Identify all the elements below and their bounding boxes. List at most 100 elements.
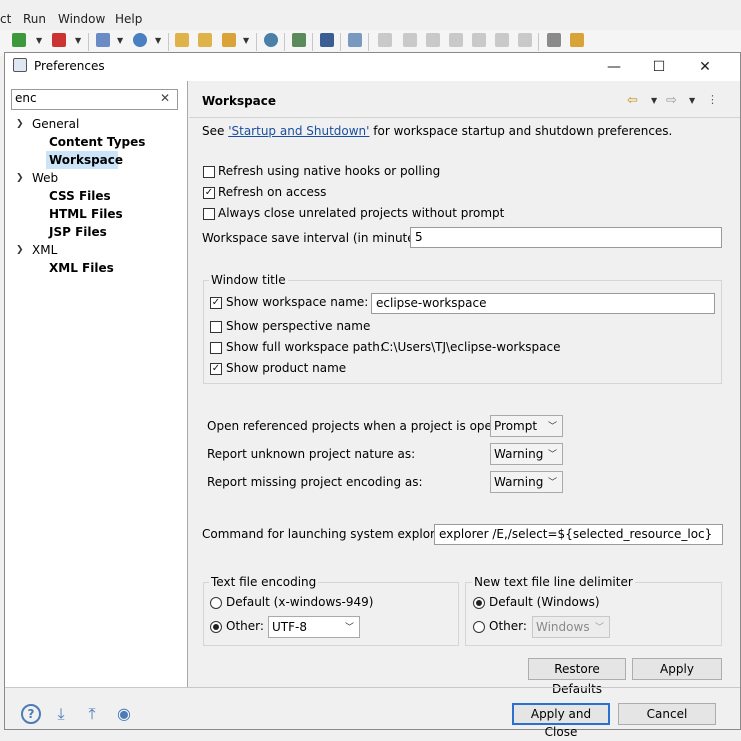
chevron-down-icon[interactable]: ▼	[689, 96, 695, 105]
encoding-other-radio[interactable]	[210, 621, 222, 633]
startup-shutdown-link[interactable]: 'Startup and Shutdown'	[228, 124, 369, 138]
tree-item-workspace[interactable]: Workspace	[49, 153, 123, 167]
refresh-native-hooks-label: Refresh using native hooks or polling	[218, 164, 441, 178]
open-referenced-projects-label: Open referenced projects when a project …	[207, 419, 519, 433]
show-full-path-checkbox[interactable]	[210, 342, 222, 354]
workspace-name-input[interactable]: eclipse-workspace	[371, 293, 715, 314]
minimize-button[interactable]: —	[603, 57, 625, 77]
use-step-filters-icon[interactable]	[547, 33, 561, 47]
toolbar-separator	[312, 33, 313, 51]
chevron-down-icon[interactable]: ❯	[16, 173, 24, 183]
console-icon[interactable]	[320, 33, 334, 47]
open-type-icon[interactable]	[198, 33, 212, 47]
refresh-native-hooks-checkbox[interactable]	[203, 166, 215, 178]
show-workspace-name-label: Show workspace name:	[226, 295, 369, 309]
save-interval-input[interactable]: 5	[410, 227, 722, 248]
step-return-icon[interactable]	[518, 33, 532, 47]
toolbar-separator	[368, 33, 369, 51]
import-icon[interactable]: ⤓	[51, 704, 71, 724]
combo-value: Prompt	[494, 419, 538, 433]
tree-item-web[interactable]: Web	[32, 171, 58, 185]
encoding-other-combo[interactable]: UTF-8 ﹀	[268, 616, 360, 638]
debug-icon[interactable]	[12, 33, 26, 47]
cancel-button[interactable]: Cancel	[618, 703, 716, 725]
show-perspective-name-checkbox[interactable]	[210, 321, 222, 333]
missing-encoding-combo[interactable]: Warning ﹀	[490, 471, 563, 493]
clear-icon[interactable]: ✕	[160, 91, 170, 105]
maximize-button[interactable]: ☐	[648, 57, 670, 77]
menu-run[interactable]: Run	[23, 12, 46, 26]
system-explorer-input[interactable]: explorer /E,/select=${selected_resource_…	[434, 524, 723, 545]
help-icon[interactable]: ?	[21, 704, 41, 724]
apply-and-close-button[interactable]: Apply and Close	[512, 703, 610, 739]
chevron-down-icon[interactable]: ▼	[117, 36, 123, 45]
open-folder-icon[interactable]	[175, 33, 189, 47]
drop-to-frame-icon[interactable]	[570, 33, 584, 47]
disconnect-icon[interactable]	[449, 33, 463, 47]
globe-icon[interactable]	[264, 33, 278, 47]
suspend-icon[interactable]	[403, 33, 417, 47]
chevron-down-icon[interactable]: ❯	[16, 119, 24, 129]
delimiter-other-combo[interactable]: Windows ﹀	[532, 616, 610, 638]
new-class-icon[interactable]	[133, 33, 147, 47]
chevron-down-icon[interactable]: ▼	[155, 36, 161, 45]
tree-item-xml-files[interactable]: XML Files	[49, 261, 114, 275]
combo-value: Windows	[536, 620, 590, 634]
close-button[interactable]: ✕	[694, 57, 716, 77]
chevron-down-icon[interactable]: ▼	[75, 36, 81, 45]
startup-info-line: See 'Startup and Shutdown' for workspace…	[202, 124, 672, 138]
chevron-down-icon: ﹀	[547, 422, 557, 432]
delimiter-default-radio[interactable]	[473, 597, 485, 609]
show-product-name-checkbox[interactable]: ✓	[210, 363, 222, 375]
toolbar-separator	[168, 33, 169, 51]
tree-item-jsp-files[interactable]: JSP Files	[49, 225, 107, 239]
encoding-default-radio[interactable]	[210, 597, 222, 609]
restore-defaults-button[interactable]: Restore Defaults	[528, 658, 626, 696]
skip-breakpoints-icon[interactable]	[348, 33, 362, 47]
tree-item-xml[interactable]: XML	[32, 243, 57, 257]
refresh-on-access-label: Refresh on access	[218, 185, 327, 199]
back-icon[interactable]: ⇦	[627, 93, 638, 108]
chevron-down-icon[interactable]: ❯	[16, 245, 24, 255]
refresh-on-access-checkbox[interactable]: ✓	[203, 187, 215, 199]
step-into-icon[interactable]	[472, 33, 486, 47]
open-task-icon[interactable]	[222, 33, 236, 47]
filter-input[interactable]: enc	[11, 89, 178, 110]
dialog-title: Preferences	[34, 59, 105, 73]
resume-icon[interactable]	[378, 33, 392, 47]
open-referenced-projects-combo[interactable]: Prompt ﹀	[490, 415, 563, 437]
chevron-down-icon[interactable]: ▼	[243, 36, 249, 45]
search-icon[interactable]	[292, 33, 306, 47]
chevron-down-icon[interactable]: ▼	[36, 36, 42, 45]
ide-menubar: ct Run Window Help	[0, 0, 741, 32]
tree-item-general[interactable]: General	[32, 117, 79, 131]
show-perspective-name-label: Show perspective name	[226, 319, 371, 333]
more-options-icon[interactable]: ⋮	[707, 93, 718, 106]
show-workspace-name-checkbox[interactable]: ✓	[210, 297, 222, 309]
export-icon[interactable]: ⤒	[82, 704, 102, 724]
chevron-down-icon[interactable]: ▼	[651, 96, 657, 105]
close-unrelated-projects-checkbox[interactable]	[203, 208, 215, 220]
menu-help[interactable]: Help	[115, 12, 142, 26]
show-full-path-label: Show full workspace path:	[226, 340, 384, 354]
unknown-nature-label: Report unknown project nature as:	[207, 447, 416, 461]
menu-window[interactable]: Window	[58, 12, 105, 26]
header-divider	[189, 117, 740, 118]
tree-item-css-files[interactable]: CSS Files	[49, 189, 111, 203]
delimiter-other-radio[interactable]	[473, 621, 485, 633]
see-suffix: for workspace startup and shutdown prefe…	[369, 124, 673, 138]
record-icon[interactable]: ◉	[114, 704, 134, 724]
new-project-icon[interactable]	[96, 33, 110, 47]
forward-icon[interactable]: ⇨	[666, 93, 677, 108]
unknown-nature-combo[interactable]: Warning ﹀	[490, 443, 563, 465]
dialog-titlebar[interactable]	[5, 53, 740, 81]
text-file-encoding-label: Text file encoding	[209, 575, 319, 589]
tree-item-html-files[interactable]: HTML Files	[49, 207, 123, 221]
tree-item-content-types[interactable]: Content Types	[49, 135, 145, 149]
run-icon[interactable]	[52, 33, 66, 47]
terminate-icon[interactable]	[426, 33, 440, 47]
missing-encoding-label: Report missing project encoding as:	[207, 475, 423, 489]
step-over-icon[interactable]	[495, 33, 509, 47]
menu-project[interactable]: ct	[0, 12, 11, 26]
apply-button[interactable]: Apply	[632, 658, 722, 680]
